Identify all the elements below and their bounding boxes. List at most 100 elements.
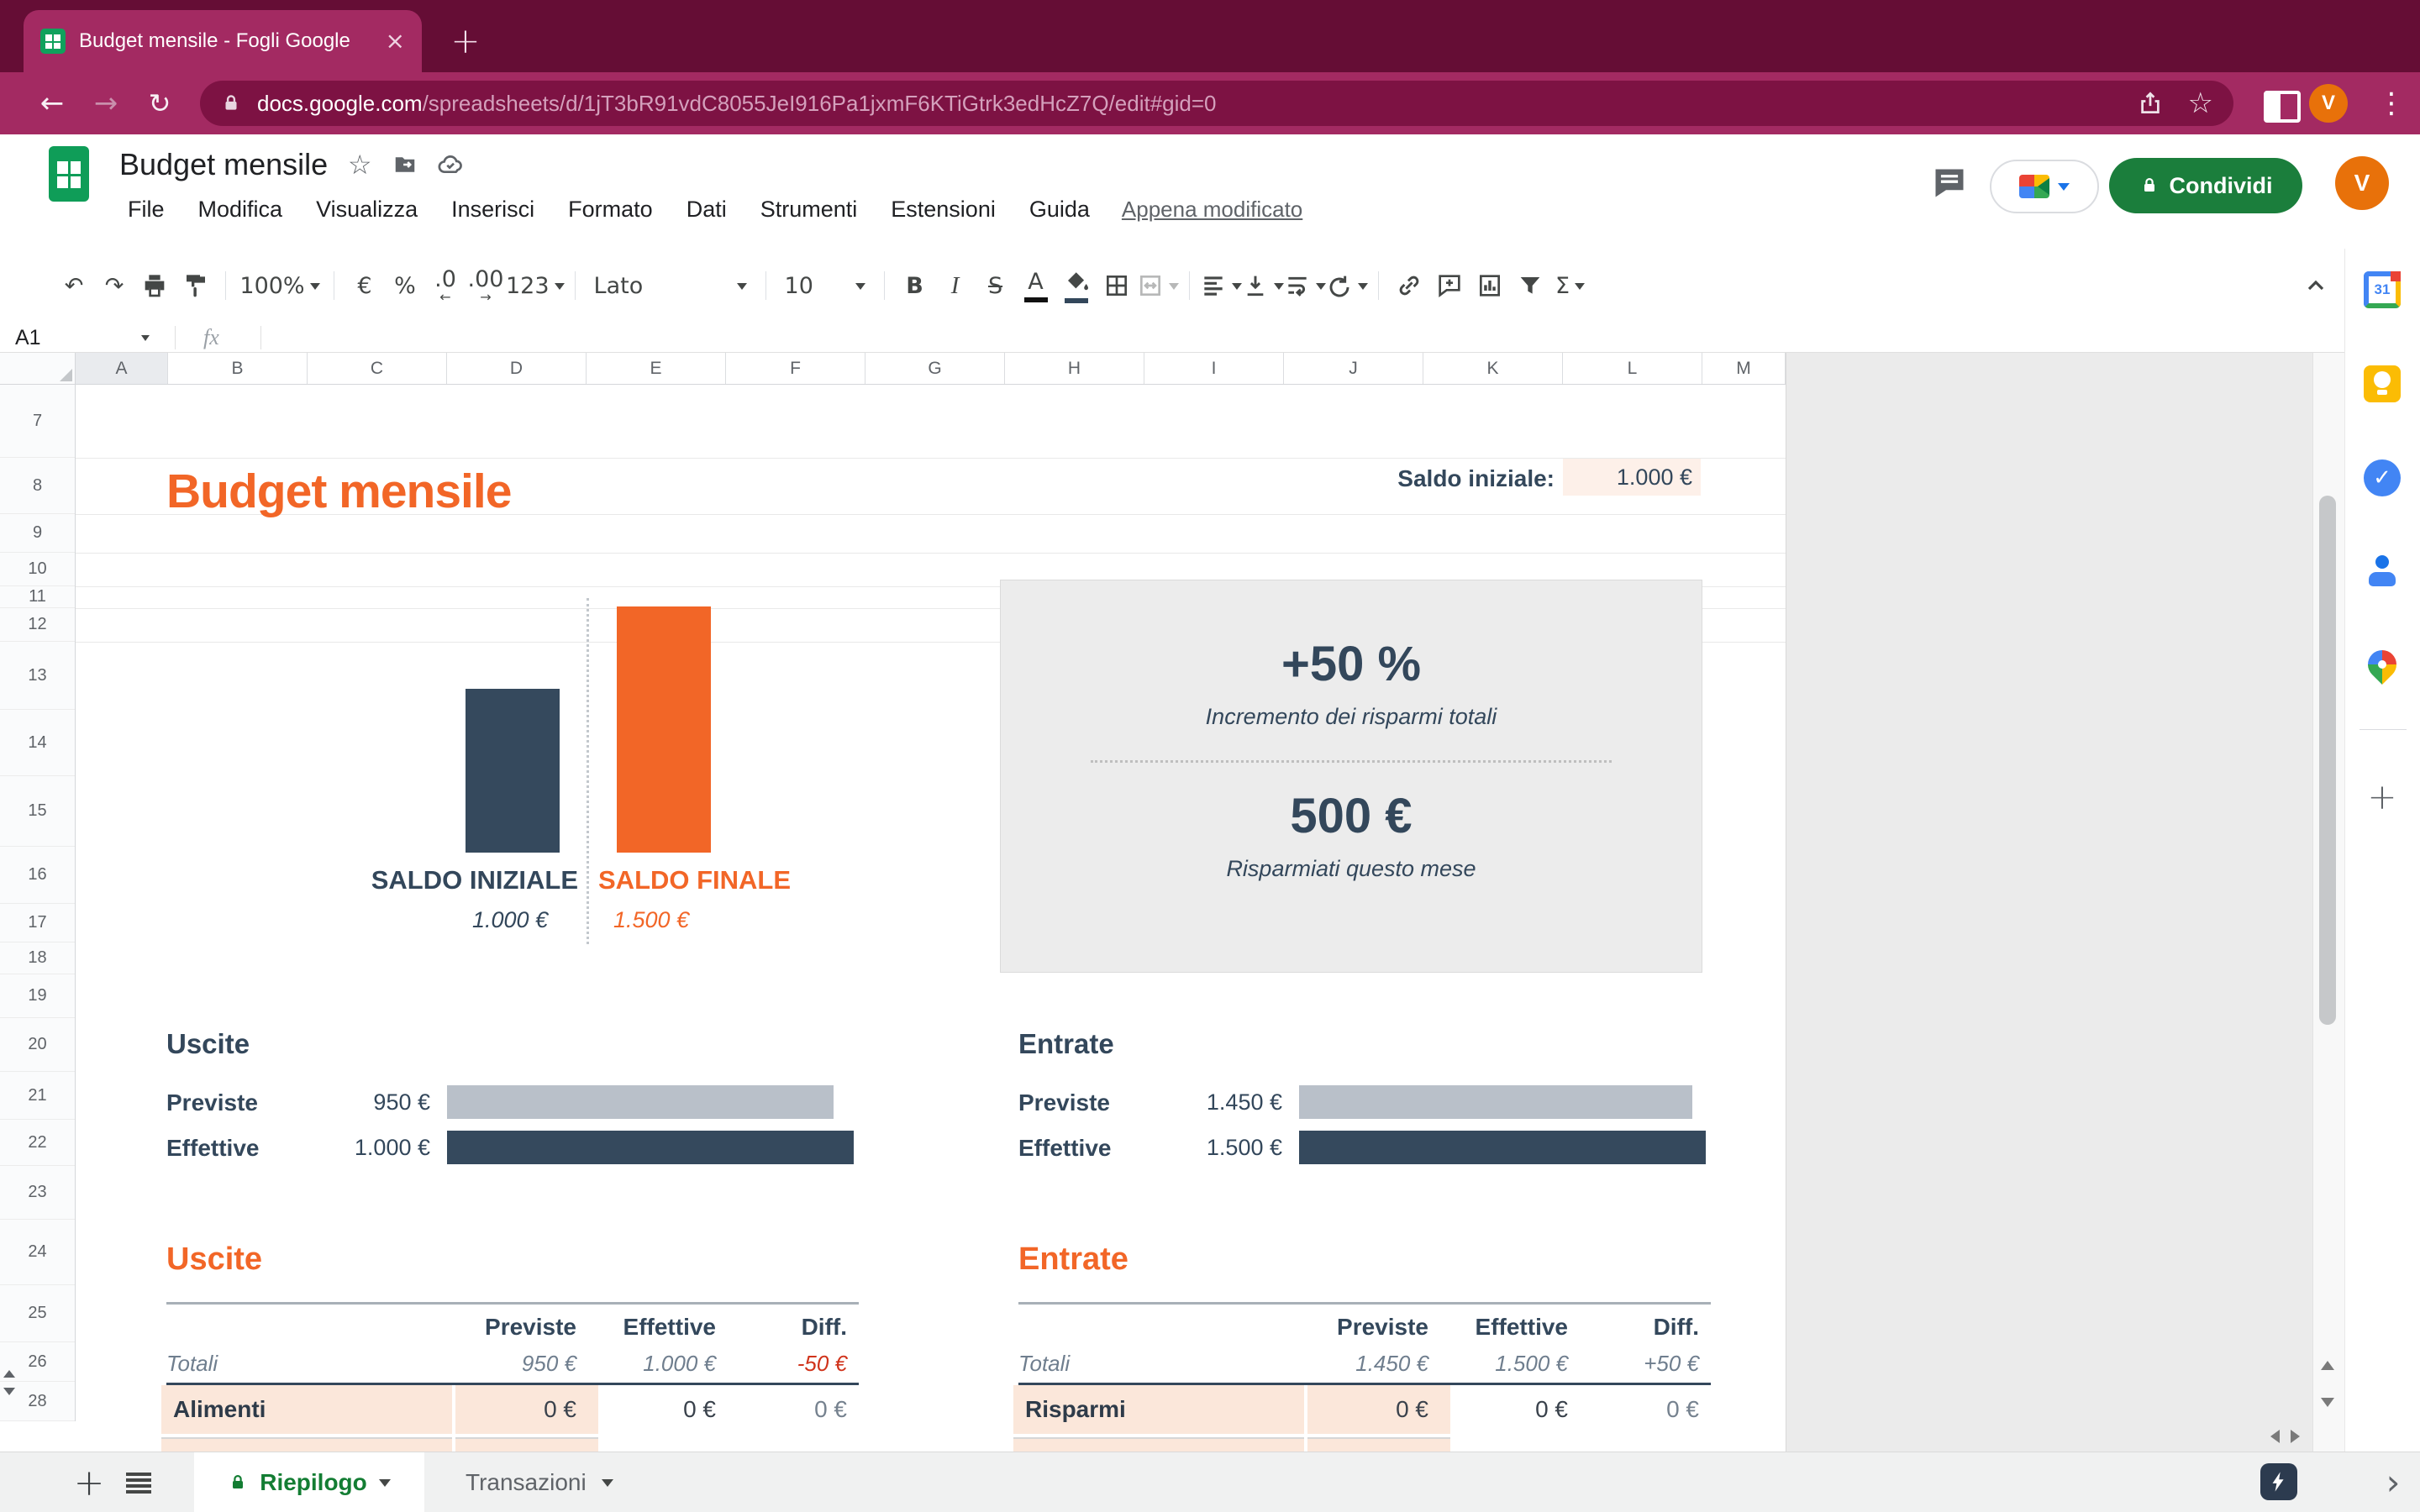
borders-button[interactable] xyxy=(1097,262,1137,309)
hidden-row-down-icon[interactable] xyxy=(3,1388,15,1401)
dropdown-icon[interactable] xyxy=(1575,283,1585,295)
row-header-25[interactable]: 25 xyxy=(0,1285,75,1342)
column-header-K[interactable]: K xyxy=(1423,353,1563,384)
reload-icon[interactable]: ↻ xyxy=(136,72,183,134)
horizontal-align-button[interactable] xyxy=(1200,262,1242,309)
collapse-toolbar-icon[interactable] xyxy=(2292,262,2339,309)
column-header-F[interactable]: F xyxy=(726,353,865,384)
row-header-16[interactable]: 16 xyxy=(0,847,75,904)
row-header-21[interactable]: 21 xyxy=(0,1072,75,1120)
sheet-tab-riepilogo[interactable]: Riepilogo xyxy=(194,1452,424,1512)
row-header-17[interactable]: 17 xyxy=(0,904,75,942)
create-filter-button[interactable] xyxy=(1510,262,1550,309)
share-button[interactable]: Condividi xyxy=(2109,158,2302,213)
font-select-button[interactable]: Lato xyxy=(586,262,755,309)
zoom-select-button[interactable]: 100% xyxy=(236,262,324,309)
row-header-24[interactable]: 24 xyxy=(0,1220,75,1285)
increase-decimals-button[interactable]: .00→ xyxy=(466,262,506,309)
redo-button[interactable]: ↷ xyxy=(94,262,134,309)
column-header-B[interactable]: B xyxy=(168,353,308,384)
row-header-13[interactable]: 13 xyxy=(0,642,75,710)
browser-avatar[interactable]: V xyxy=(2309,84,2348,123)
cell-name-box[interactable]: A1 xyxy=(15,323,150,353)
scroll-up-icon[interactable] xyxy=(2321,1354,2334,1370)
menu-dati[interactable]: Dati xyxy=(670,197,744,223)
document-title[interactable]: Budget mensile xyxy=(119,147,328,182)
all-sheets-icon[interactable] xyxy=(126,1473,151,1494)
add-side-panel-app-icon[interactable]: + xyxy=(2364,778,2401,815)
comments-icon[interactable] xyxy=(1931,165,1968,206)
functions-button[interactable]: Σ xyxy=(1550,262,1591,309)
star-document-icon[interactable]: ☆ xyxy=(346,151,373,178)
menu-visualizza[interactable]: Visualizza xyxy=(299,197,434,223)
dropdown-icon[interactable] xyxy=(855,283,865,295)
dropdown-icon[interactable] xyxy=(1169,283,1179,295)
google-contacts-icon[interactable] xyxy=(2364,554,2401,591)
back-icon[interactable]: ← xyxy=(29,72,76,134)
merge-cells-button[interactable] xyxy=(1137,262,1179,309)
bold-button[interactable]: B xyxy=(895,262,935,309)
meet-call-button[interactable] xyxy=(1990,160,2099,213)
italic-button[interactable]: I xyxy=(935,262,976,309)
column-header-L[interactable]: L xyxy=(1563,353,1702,384)
print-button[interactable] xyxy=(134,262,175,309)
text-wrap-button[interactable] xyxy=(1284,262,1326,309)
number-format-button[interactable]: 123 xyxy=(506,262,565,309)
menu-estensioni[interactable]: Estensioni xyxy=(874,197,1013,223)
sheet-tab-menu-icon[interactable] xyxy=(379,1479,391,1493)
side-panel-toggle-icon[interactable] xyxy=(2264,91,2301,123)
forward-icon[interactable]: → xyxy=(82,72,129,134)
dropdown-icon[interactable] xyxy=(1358,283,1368,295)
decrease-decimals-button[interactable]: .0← xyxy=(425,262,466,309)
row-header-8[interactable]: 8 xyxy=(0,458,75,514)
dropdown-icon[interactable] xyxy=(1232,283,1242,295)
menu-formato[interactable]: Formato xyxy=(551,197,670,223)
scroll-right-icon[interactable] xyxy=(2291,1430,2307,1443)
dropdown-icon[interactable] xyxy=(310,283,320,295)
column-header-E[interactable]: E xyxy=(587,353,726,384)
name-box-dropdown-icon[interactable] xyxy=(141,335,150,346)
column-header-I[interactable]: I xyxy=(1144,353,1284,384)
share-page-icon[interactable] xyxy=(2138,91,2163,116)
row-header-11[interactable]: 11 xyxy=(0,586,75,608)
sheet-tab-transazioni[interactable]: Transazioni xyxy=(442,1452,637,1512)
insert-comment-button[interactable] xyxy=(1429,262,1470,309)
menu-modifica[interactable]: Modifica xyxy=(182,197,300,223)
add-sheet-icon[interactable]: + xyxy=(66,1452,113,1512)
extension-badge[interactable] xyxy=(2260,1463,2297,1500)
menu-guida[interactable]: Guida xyxy=(1013,197,1107,223)
row-header-22[interactable]: 22 xyxy=(0,1120,75,1166)
menu-strumenti[interactable]: Strumenti xyxy=(744,197,875,223)
browser-tab[interactable]: Budget mensile - Fogli Google × xyxy=(24,10,422,72)
column-header-C[interactable]: C xyxy=(308,353,447,384)
dropdown-icon[interactable] xyxy=(1316,283,1326,295)
column-header-A[interactable]: A xyxy=(76,353,168,384)
select-all-corner[interactable] xyxy=(0,353,76,385)
hidden-row-up-icon[interactable] xyxy=(3,1364,15,1378)
row-header-19[interactable]: 19 xyxy=(0,974,75,1018)
format-percent-button[interactable]: % xyxy=(385,262,425,309)
google-tasks-icon[interactable]: ✓ xyxy=(2364,459,2401,496)
expand-side-panel-icon[interactable]: › xyxy=(2370,1452,2417,1512)
scroll-down-icon[interactable] xyxy=(2321,1398,2334,1414)
undo-button[interactable]: ↶ xyxy=(54,262,94,309)
insert-chart-button[interactable] xyxy=(1470,262,1510,309)
sheets-logo-icon[interactable] xyxy=(49,146,89,202)
row-header-14[interactable]: 14 xyxy=(0,710,75,776)
column-header-D[interactable]: D xyxy=(447,353,587,384)
saldo-iniziale-cell[interactable]: 1.000 € xyxy=(1563,459,1701,496)
row-header-7[interactable]: 7 xyxy=(0,385,75,458)
meet-dropdown-icon[interactable] xyxy=(2058,183,2070,197)
row-header-15[interactable]: 15 xyxy=(0,776,75,847)
browser-menu-icon[interactable]: ⋮ xyxy=(2375,82,2408,124)
move-folder-icon[interactable] xyxy=(392,151,418,178)
google-calendar-icon[interactable]: 31 xyxy=(2364,271,2401,308)
column-header-H[interactable]: H xyxy=(1005,353,1144,384)
dropdown-icon[interactable] xyxy=(1274,283,1284,295)
dropdown-icon[interactable] xyxy=(555,283,565,295)
row-header-9[interactable]: 9 xyxy=(0,514,75,553)
sheet-tab-menu-icon[interactable] xyxy=(602,1479,613,1493)
google-keep-icon[interactable] xyxy=(2364,365,2401,402)
paint-format-button[interactable] xyxy=(175,262,215,309)
format-currency-button[interactable]: € xyxy=(345,262,385,309)
